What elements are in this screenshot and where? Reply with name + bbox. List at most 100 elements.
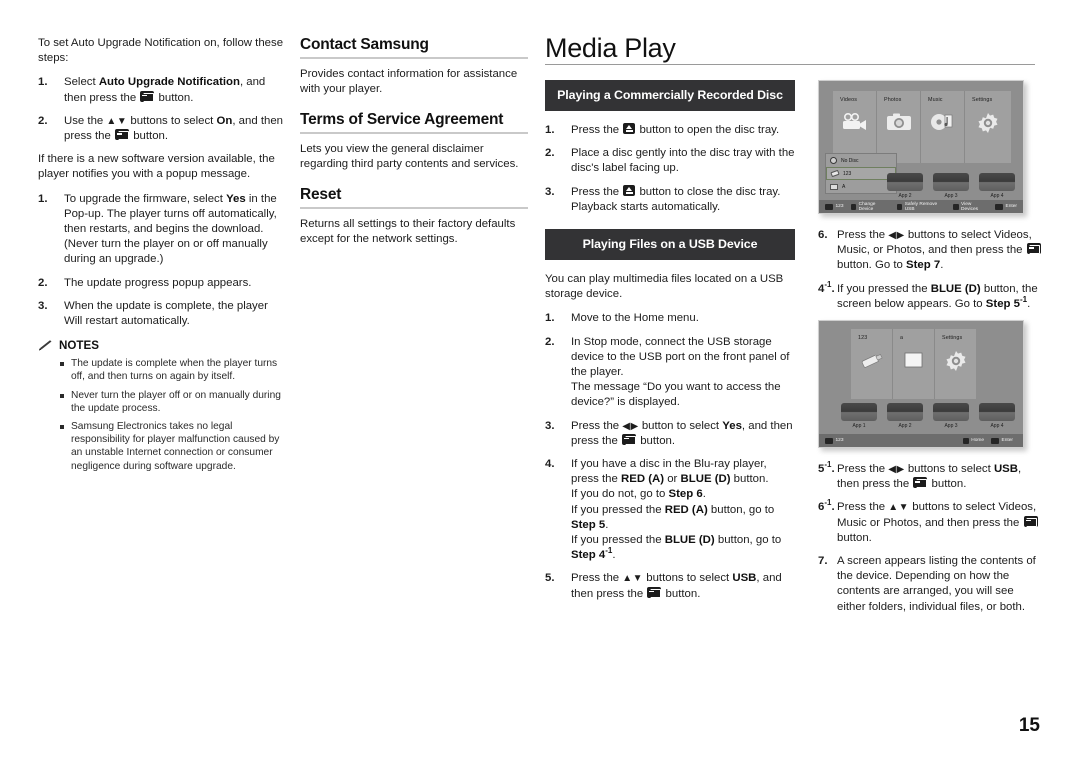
app-row: App 1 App 2 App 3 App 4 › xyxy=(841,403,1023,429)
bottombar-label: Change Device xyxy=(858,201,876,212)
tile-label: a xyxy=(900,335,904,342)
enter-button-icon xyxy=(140,90,155,102)
dropdown-item-no-disc[interactable]: No Disc xyxy=(826,154,896,167)
left-right-arrows-icon: ◀▶ xyxy=(888,230,905,241)
list-item: 2. Place a disc gently into the disc tra… xyxy=(545,146,795,176)
enter-button-icon xyxy=(115,129,130,141)
list-item: 6. Press the ◀▶ buttons to select Videos… xyxy=(818,228,1044,274)
bottombar-view-devices[interactable]: View Devices xyxy=(952,202,988,212)
app-label: App 2 xyxy=(898,423,912,430)
firmware-upgrade-steps: 1. To upgrade the firmware, select Yes i… xyxy=(38,192,286,330)
step-number: 5. xyxy=(545,572,555,585)
step-text: The update progress popup appears. xyxy=(64,276,252,289)
step-text: Press the button to open the disc tray. xyxy=(571,123,780,136)
disc-playback-steps: 1. Press the button to open the disc tra… xyxy=(545,123,795,215)
folder-icon xyxy=(830,183,838,190)
section-body-contact-samsung: Provides contact information for assista… xyxy=(300,67,518,96)
list-item: 5. Press the ▲▼ buttons to select USB, a… xyxy=(545,571,795,601)
dropdown-item-label: 123 xyxy=(843,170,852,177)
list-item: Never turn the player off or on manually… xyxy=(60,389,286,415)
list-item: 1. To upgrade the firmware, select Yes i… xyxy=(38,192,286,268)
column-two: Contact Samsung Provides contact informa… xyxy=(300,36,528,257)
app-label: App 2 xyxy=(898,193,912,199)
enter-button-icon xyxy=(1023,515,1038,527)
step-text: Move to the Home menu. xyxy=(571,312,699,325)
tile-settings: Settings xyxy=(965,91,1011,163)
app-tile[interactable]: App 2 xyxy=(887,173,923,199)
bottombar-safely-remove-usb[interactable]: Safely Remove USB xyxy=(896,202,946,212)
auto-upgrade-intro: To set Auto Upgrade Notification on, fol… xyxy=(38,37,284,65)
page-title: Media Play xyxy=(545,33,676,63)
app-tile[interactable]: App 3 xyxy=(933,173,969,199)
enter-key-icon xyxy=(995,203,1004,210)
step-text: Press the ◀▶ buttons to select USB, then… xyxy=(837,463,1022,491)
step-text: A screen appears listing the contents of… xyxy=(837,555,1036,613)
step-number: 1. xyxy=(38,76,48,89)
bottombar-label: 123 xyxy=(835,204,844,209)
list-item: 2. In Stop mode, connect the USB storage… xyxy=(545,335,795,411)
list-item: The update is complete when the player t… xyxy=(60,357,286,383)
bottombar-device: 123 xyxy=(825,437,844,444)
step-text: Place a disc gently into the disc tray w… xyxy=(571,147,795,175)
left-right-arrows-icon: ◀▶ xyxy=(888,464,905,476)
bottombar-home[interactable]: Home xyxy=(962,437,984,444)
up-down-arrows-icon: ▲▼ xyxy=(622,573,644,585)
step-text: To upgrade the firmware, select Yes in t… xyxy=(64,192,277,266)
bottombar-label: Enter xyxy=(1001,438,1013,444)
usb-icon xyxy=(859,350,885,375)
usb-playback-steps: 1. Move to the Home menu. 2. In Stop mod… xyxy=(545,311,795,601)
bottombar-label: 123 xyxy=(835,438,844,444)
bottombar-enter[interactable]: Enter xyxy=(995,203,1017,210)
key-c-icon xyxy=(896,203,903,210)
column-three: Playing a Commercially Recorded Disc 1. … xyxy=(545,80,795,610)
left-right-arrows-icon: ◀▶ xyxy=(622,420,639,432)
app-tile[interactable]: App 4 xyxy=(979,173,1015,199)
step-number: 3. xyxy=(545,419,555,432)
dropdown-item-123[interactable]: 123 xyxy=(826,167,896,180)
step-number: 2. xyxy=(38,276,48,289)
app-thumbnail xyxy=(887,173,923,191)
usb-icon xyxy=(830,169,840,178)
app-tile[interactable]: App 4 xyxy=(979,403,1015,429)
key-d-icon xyxy=(952,203,959,210)
step-number: 1. xyxy=(545,312,555,325)
notes-list: The update is complete when the player t… xyxy=(60,357,286,473)
usb-intro-text: You can play multimedia files located on… xyxy=(545,273,784,301)
app-thumbnail xyxy=(979,403,1015,422)
step-text: Press the ◀▶ button to select Yes, and t… xyxy=(571,419,793,447)
device-icon xyxy=(825,203,833,210)
app-thumbnail xyxy=(979,173,1015,191)
step-text: Press the ▲▼ buttons to select Videos, M… xyxy=(837,501,1038,544)
app-tile[interactable]: App 3 xyxy=(933,403,969,429)
folder-icon xyxy=(903,350,925,375)
bottombar-change-device[interactable]: Change Device xyxy=(850,201,890,212)
tile-label: Settings xyxy=(972,97,993,103)
list-item: 4-1. If you pressed the BLUE (D) button,… xyxy=(818,280,1044,312)
column-four: Videos Photos Music Settings No Disc 123… xyxy=(818,80,1044,623)
key-a-icon xyxy=(850,203,857,210)
section-rule xyxy=(300,207,528,210)
bottombar-enter[interactable]: Enter xyxy=(991,437,1013,444)
device-tile-row: 123 a Settings xyxy=(851,329,976,400)
app-label: App 1 xyxy=(852,423,866,430)
step-number: 3. xyxy=(545,185,555,198)
enter-button-icon xyxy=(622,433,637,445)
device-icon xyxy=(825,437,833,444)
new-version-note: If there is a new software version avail… xyxy=(38,153,275,181)
enter-button-icon xyxy=(1026,243,1041,255)
list-item: 5-1. Press the ◀▶ buttons to select USB,… xyxy=(818,461,1044,492)
column-one: To set Auto Upgrade Notification on, fol… xyxy=(38,36,286,478)
pencil-icon xyxy=(38,340,53,352)
list-item: 7. A screen appears listing the contents… xyxy=(818,554,1044,615)
tile-123: 123 xyxy=(851,329,893,400)
dropdown-item-a[interactable]: A xyxy=(826,180,896,193)
list-item: 2. Use the ▲▼ buttons to select On, and … xyxy=(38,114,286,144)
app-tile[interactable]: App 2 xyxy=(887,403,923,429)
bottombar-device: 123 xyxy=(825,203,844,210)
screenshot-bottom-bar: 123 Change Device Safely Remove USB View… xyxy=(819,200,1023,213)
step-number: 2. xyxy=(545,335,555,348)
section-body-reset: Returns all settings to their factory de… xyxy=(300,218,516,246)
step-text: Use the ▲▼ buttons to select On, and the… xyxy=(64,114,283,143)
auto-upgrade-steps: 1. Select Auto Upgrade Notification, and… xyxy=(38,75,286,144)
app-tile[interactable]: App 1 xyxy=(841,403,877,429)
